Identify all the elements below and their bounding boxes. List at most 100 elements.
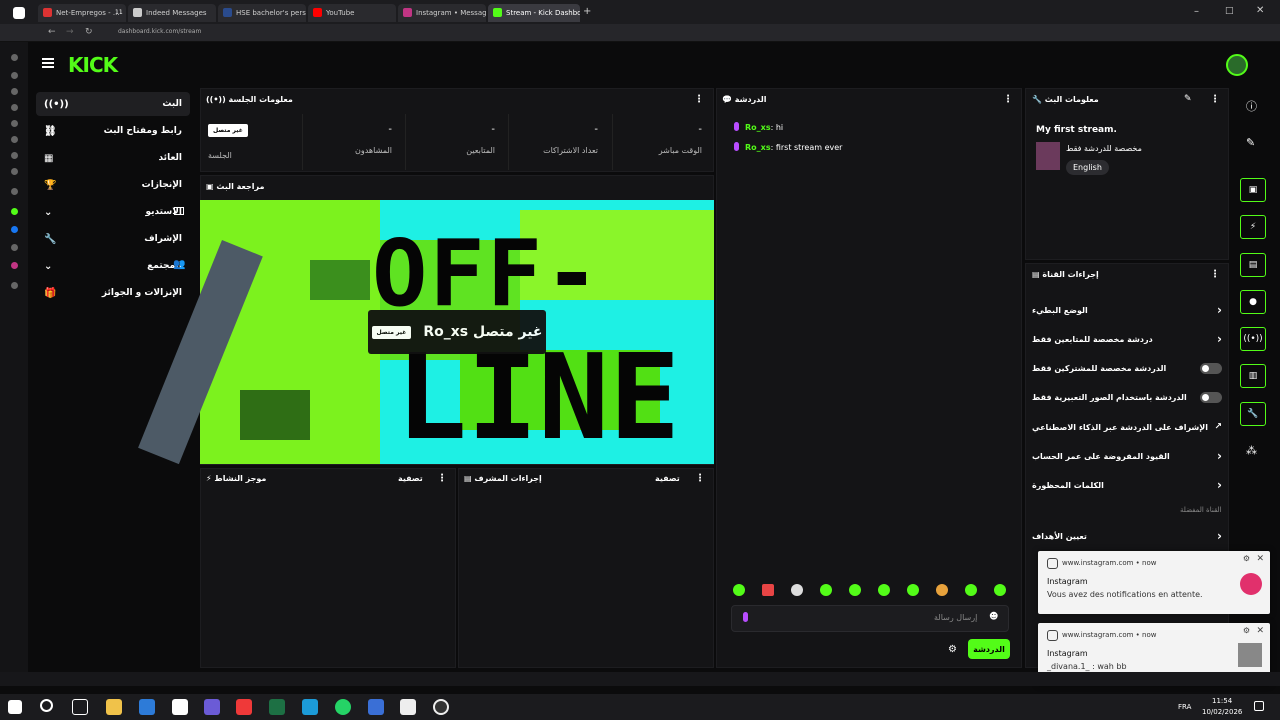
broadcast-button[interactable]: ((•)) [1240,327,1266,351]
window-close-icon[interactable]: ✕ [1256,5,1264,16]
panel-facebook-icon[interactable] [11,226,18,233]
back-icon[interactable]: ← [48,27,56,37]
app-icon[interactable] [368,699,384,715]
excel-icon[interactable] [269,699,285,715]
chat-button[interactable]: ● [1240,290,1266,314]
nav-achievements[interactable]: 🏆 الإنجازات [36,173,190,197]
followers-only-row[interactable]: دردشة مخصصة للمتابعين فقط › [1032,329,1222,349]
set-goals-row[interactable]: تعيين الأهداف › [1032,526,1222,546]
emote-icon[interactable] [907,584,919,596]
emote-icon[interactable] [878,584,890,596]
tab-hse[interactable]: HSE bachelor's personal a... [218,4,306,22]
panel-translate-icon[interactable] [11,120,18,127]
notepad-icon[interactable] [172,699,188,715]
tab-net-empregos[interactable]: Net-Empregos - ... [38,4,126,22]
stream-info-menu-icon[interactable]: ⋮ [1210,94,1220,105]
notification-settings-icon[interactable]: ⚙ [1243,554,1250,563]
slow-mode-row[interactable]: الوضع البطيء › [1032,300,1222,320]
emote-icon[interactable] [733,584,745,596]
nav-drops[interactable]: 🎁 الإنزالات و الجوائز [36,281,190,305]
vivaldi-icon[interactable] [236,699,252,715]
panel-notes-icon[interactable] [11,104,18,111]
pencil-icon[interactable]: ✎ [1246,136,1255,149]
reload-icon[interactable]: ↻ [85,27,93,37]
avatar[interactable] [1226,54,1248,76]
nav-studio[interactable]: ⌄ الاستديو [36,200,190,224]
wrench-button[interactable]: 🔧 [1240,402,1266,426]
layout-button[interactable]: ▥ [1240,364,1266,388]
panel-calendar-icon[interactable] [11,152,18,159]
url-field[interactable]: dashboard.kick.com/stream [118,28,201,35]
forward-icon[interactable]: → [66,27,74,37]
emote-icon[interactable] [791,584,803,596]
emoji-icon[interactable]: ☻ [989,612,998,622]
vivaldi-logo-icon[interactable] [13,7,25,19]
panel-web2-icon[interactable] [11,244,18,251]
chat-settings-icon[interactable]: ⚙ [948,644,957,655]
panel-downloads-icon[interactable] [11,72,18,79]
clock-date[interactable]: 10/02/2026 [1202,708,1242,716]
task-view-icon[interactable] [72,699,88,715]
activity-menu-icon[interactable]: ⋮ [437,473,447,484]
menu-icon[interactable] [42,58,54,68]
clock-time[interactable]: 11:54 [1212,697,1232,705]
file-explorer-icon[interactable] [106,699,122,715]
panel-history-icon[interactable] [11,88,18,95]
window-maximize-icon[interactable]: □ [1225,6,1234,16]
ai-moderation-row[interactable]: الإشراف على الدردشة عبر الذكاء الاصطناعي… [1032,417,1222,437]
more-icon[interactable]: ⁂ [1246,444,1257,457]
tab-indeed[interactable]: Indeed Messages [128,4,216,22]
subscribers-only-toggle[interactable] [1200,362,1222,374]
nav-revenue[interactable]: ▦ العائد [36,146,190,170]
emote-icon[interactable] [936,584,948,596]
window-minimize-icon[interactable]: – [1194,6,1199,17]
panel-web-icon[interactable] [11,188,18,195]
chat-username[interactable]: Ro_xs [745,143,771,152]
input-language[interactable]: FRA [1178,703,1191,711]
chat-username[interactable]: Ro_xs [745,123,771,132]
obs-icon[interactable] [433,699,449,715]
whatsapp-icon[interactable] [335,699,351,715]
kick-logo[interactable]: KICK [68,53,118,77]
nav-moderation[interactable]: 🔧 الإشراف [36,227,190,251]
tab-kick-dashboard[interactable]: Stream - Kick Dashboard [488,4,580,22]
emote-icon[interactable] [994,584,1006,596]
new-tab-icon[interactable]: + [583,6,591,17]
notification-close-icon[interactable]: ✕ [1256,554,1264,564]
app-icon[interactable] [400,699,416,715]
info-icon[interactable]: ⓘ [1246,98,1257,114]
app-icon[interactable] [139,699,155,715]
search-icon[interactable] [40,699,53,712]
panel-instagram-icon[interactable] [11,262,18,269]
emote-icon[interactable] [849,584,861,596]
app-icon[interactable] [204,699,220,715]
panel-app-icon[interactable] [11,208,18,215]
mod-menu-icon[interactable]: ⋮ [695,473,705,484]
notifications-icon[interactable] [1254,701,1264,711]
chat-menu-icon[interactable]: ⋮ [1003,94,1013,105]
activity-filter-button[interactable]: تصفية [398,474,423,483]
tab-youtube[interactable]: YouTube [308,4,396,22]
mic-icon[interactable] [743,612,748,622]
notification-toast[interactable]: www.instagram.com • now ⚙ ✕ Instagram Vo… [1038,551,1270,614]
panel-add-icon[interactable] [11,282,18,289]
emote-icon[interactable] [965,584,977,596]
clip-button[interactable]: ▣ [1240,178,1266,202]
panel-bookmarks-icon[interactable] [11,54,18,61]
chat-send-button[interactable]: الدردشة [968,639,1010,659]
panel-feeds-icon[interactable] [11,168,18,175]
emotes-only-toggle[interactable] [1200,391,1222,403]
notes-button[interactable]: ▤ [1240,253,1266,277]
emote-icon[interactable] [820,584,832,596]
nav-community[interactable]: ⌄ المجتمع [36,254,190,278]
app-icon[interactable] [302,699,318,715]
emote-icon[interactable] [762,584,774,596]
mod-filter-button[interactable]: تصفية [655,474,680,483]
windows-start-icon[interactable] [8,700,22,714]
account-age-row[interactable]: القيود المفروضة على عمر الحساب › [1032,446,1222,466]
nav-live[interactable]: ((•)) البث [36,92,190,116]
session-menu-icon[interactable]: ⋮ [694,94,704,105]
panel-mail-icon[interactable] [11,136,18,143]
banned-words-row[interactable]: الكلمات المحظورة › [1032,475,1222,495]
edit-icon[interactable]: ✎ [1184,94,1192,104]
